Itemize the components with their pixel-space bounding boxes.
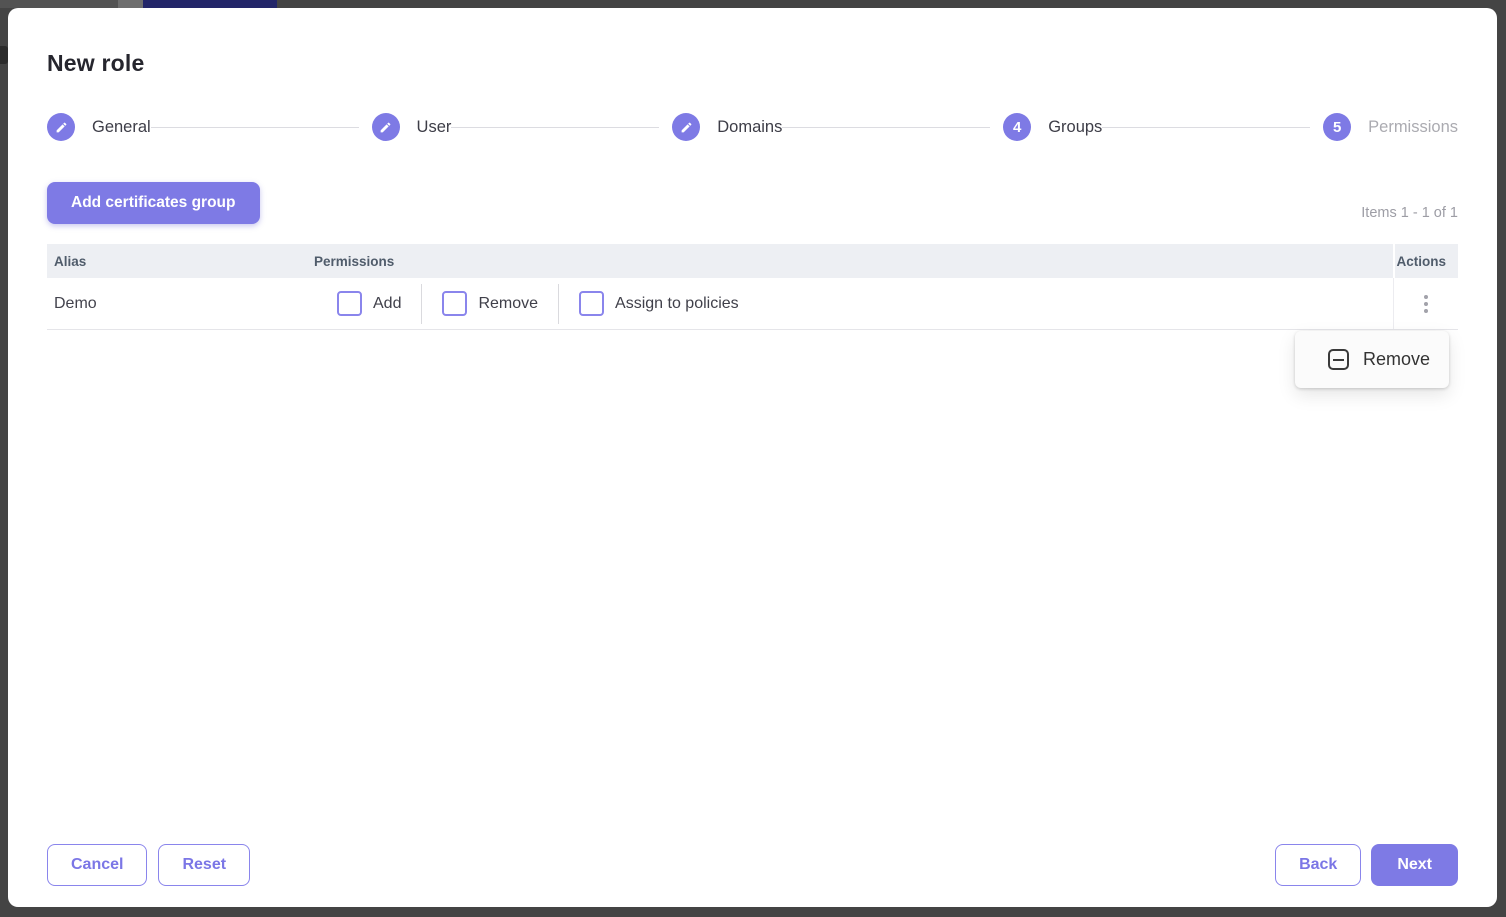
modal-footer: Cancel Reset Back Next: [47, 844, 1458, 886]
permissions-cell: Add Remove Assign to policies: [314, 278, 1393, 329]
divider: [421, 284, 422, 324]
reset-button[interactable]: Reset: [158, 844, 250, 886]
column-header-actions: Actions: [1393, 244, 1458, 278]
step-groups[interactable]: 4 Groups: [1003, 113, 1102, 141]
actions-cell: [1393, 278, 1458, 329]
cancel-button[interactable]: Cancel: [47, 844, 147, 886]
table-toolbar: Add certificates group Items 1 - 1 of 1: [47, 182, 1458, 224]
background-bar-segment: [0, 0, 118, 8]
minus-square-icon: [1328, 349, 1349, 370]
pencil-icon: [672, 113, 700, 141]
items-count: Items 1 - 1 of 1: [1361, 205, 1458, 224]
step-number-badge: 5: [1323, 113, 1351, 141]
pencil-icon: [47, 113, 75, 141]
divider: [558, 284, 559, 324]
step-label: Domains: [717, 118, 782, 137]
background-app-top-bar: [0, 0, 1506, 8]
background-edge-element: [0, 46, 8, 64]
step-connector: [151, 127, 359, 128]
background-bar-segment: [118, 0, 143, 8]
checkbox-add[interactable]: [337, 291, 362, 316]
wizard-stepper: General User Domains 4 Groups 5 Permissi…: [47, 113, 1458, 141]
checkbox-label: Remove: [478, 295, 538, 313]
step-number-badge: 4: [1003, 113, 1031, 141]
certificates-group-table: Alias Permissions Actions Demo Add Remov…: [47, 244, 1458, 330]
step-label: Permissions: [1368, 118, 1458, 137]
next-button[interactable]: Next: [1371, 844, 1458, 886]
step-label: User: [417, 118, 452, 137]
row-actions-dropdown: Remove: [1295, 331, 1449, 388]
page-title: New role: [47, 50, 1458, 77]
new-role-modal: New role General User Domains 4 Groups: [8, 8, 1497, 907]
add-certificates-group-button[interactable]: Add certificates group: [47, 182, 260, 224]
step-permissions[interactable]: 5 Permissions: [1323, 113, 1458, 141]
table-header-row: Alias Permissions Actions: [47, 244, 1458, 278]
checkbox-label: Assign to policies: [615, 295, 739, 313]
menu-item-label: Remove: [1363, 349, 1430, 370]
step-label: General: [92, 118, 151, 137]
checkbox-remove[interactable]: [442, 291, 467, 316]
step-connector: [782, 127, 990, 128]
menu-item-remove[interactable]: Remove: [1295, 331, 1449, 388]
alias-cell: Demo: [47, 278, 314, 329]
step-general[interactable]: General: [47, 113, 151, 141]
permission-add: Add: [337, 291, 401, 316]
step-domains[interactable]: Domains: [672, 113, 782, 141]
pencil-icon: [372, 113, 400, 141]
step-user[interactable]: User: [372, 113, 452, 141]
kebab-menu-icon[interactable]: [1416, 290, 1436, 318]
column-header-alias: Alias: [47, 244, 314, 278]
column-header-permissions: Permissions: [314, 244, 1393, 278]
background-bar-active-tab: [143, 0, 277, 8]
step-connector: [1102, 127, 1310, 128]
permission-assign-to-policies: Assign to policies: [579, 291, 739, 316]
table-row: Demo Add Remove Assign to policies: [47, 278, 1458, 330]
permission-remove: Remove: [442, 291, 538, 316]
checkbox-label: Add: [373, 295, 401, 313]
checkbox-assign-to-policies[interactable]: [579, 291, 604, 316]
step-label: Groups: [1048, 118, 1102, 137]
back-button[interactable]: Back: [1275, 844, 1361, 886]
step-connector: [451, 127, 659, 128]
